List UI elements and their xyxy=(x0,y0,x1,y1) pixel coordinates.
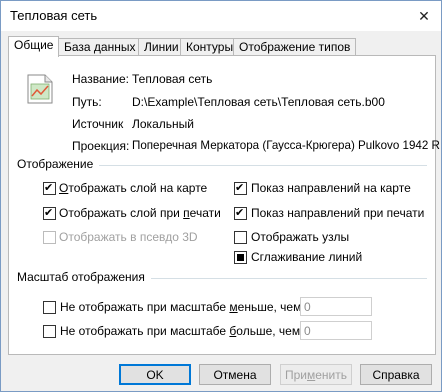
checkmark-icon: ✔ xyxy=(44,182,54,194)
name-value: Тепловая сеть xyxy=(132,72,213,86)
path-value: D:\Example\Тепловая сеть\Тепловая сеть.b… xyxy=(132,95,385,109)
scale-group-divider xyxy=(151,278,427,279)
help-button[interactable]: Справка xyxy=(360,364,432,385)
min-scale-input[interactable]: 0 xyxy=(300,297,372,316)
show-directions-print-label[interactable]: Показ направлений при печати xyxy=(251,206,424,220)
checkmark-icon: ✔ xyxy=(235,207,245,219)
label-text: Отображать слой при xyxy=(59,206,184,220)
label-text: При xyxy=(284,368,307,382)
apply-button[interactable]: Применить xyxy=(280,364,352,385)
checkmark-icon: ✔ xyxy=(44,207,54,219)
ok-button[interactable]: OK xyxy=(119,364,191,385)
source-label: Источник xyxy=(72,117,124,131)
label-text: ечати xyxy=(189,206,221,220)
show-pseudo3d-checkbox[interactable] xyxy=(43,231,56,244)
label-text: Не отображать при масштабе xyxy=(60,324,230,338)
mnemonic: О xyxy=(59,181,69,195)
max-scale-label[interactable]: Не отображать при масштабе больше, чем 1… xyxy=(60,324,313,338)
max-scale-input[interactable]: 0 xyxy=(300,321,372,340)
checkmark-icon: ✔ xyxy=(235,182,245,194)
min-scale-label[interactable]: Не отображать при масштабе меньше, чем 1… xyxy=(60,300,315,314)
tab-lines[interactable]: Линии xyxy=(138,38,185,56)
line-smoothing-checkbox[interactable] xyxy=(234,251,247,264)
max-scale-checkbox[interactable] xyxy=(43,325,56,338)
window-title: Тепловая сеть xyxy=(10,8,98,23)
tab-contours[interactable]: Контуры xyxy=(180,38,240,56)
tab-panel-general: Название: Тепловая сеть Путь: D:\Example… xyxy=(8,55,440,355)
cancel-button[interactable]: Отмена xyxy=(199,364,271,385)
mnemonic: м xyxy=(229,300,238,314)
projection-label: Проекция: xyxy=(72,139,130,153)
close-icon[interactable]: ✕ xyxy=(407,1,441,31)
label-text: Не отображать при масштабе xyxy=(60,300,230,314)
layer-document-icon xyxy=(27,74,53,104)
show-layer-print-label[interactable]: Отображать слой при печати xyxy=(59,206,221,220)
line-smoothing-label[interactable]: Сглаживание линий xyxy=(251,250,362,264)
show-pseudo3d-label[interactable]: Отображать в псевдо 3D xyxy=(59,230,198,244)
properties-dialog: Тепловая сеть ✕ База данных Линии Контур… xyxy=(0,0,442,392)
tab-type-display[interactable]: Отображение типов xyxy=(233,38,357,56)
label-text: тображать слой на карте xyxy=(68,181,208,195)
scale-group-label: Масштаб отображения xyxy=(17,270,145,284)
show-layer-print-checkbox[interactable]: ✔ xyxy=(43,207,56,220)
tab-general[interactable]: Общие xyxy=(8,36,60,57)
projection-value: Поперечная Меркатора (Гаусса-Крюгера) Pu… xyxy=(132,139,440,152)
mnemonic: м xyxy=(307,368,316,382)
tab-database[interactable]: База данных xyxy=(58,38,142,56)
name-label: Название: xyxy=(72,72,129,86)
show-nodes-label[interactable]: Отображать узлы xyxy=(251,230,349,244)
indeterminate-mark xyxy=(237,254,244,261)
show-directions-map-checkbox[interactable]: ✔ xyxy=(234,182,247,195)
display-group-label: Отображение xyxy=(17,157,94,171)
show-layer-map-label[interactable]: Отображать слой на карте xyxy=(59,181,207,195)
path-label: Путь: xyxy=(72,95,102,109)
source-value: Локальный xyxy=(132,117,194,131)
label-text: енить xyxy=(315,368,348,382)
title-bar: Тепловая сеть ✕ xyxy=(1,1,441,31)
show-nodes-checkbox[interactable] xyxy=(234,231,247,244)
show-directions-print-checkbox[interactable]: ✔ xyxy=(234,207,247,220)
display-group-divider xyxy=(99,165,427,166)
show-directions-map-label[interactable]: Показ направлений на карте xyxy=(251,181,411,195)
min-scale-checkbox[interactable] xyxy=(43,301,56,314)
show-layer-map-checkbox[interactable]: ✔ xyxy=(43,182,56,195)
